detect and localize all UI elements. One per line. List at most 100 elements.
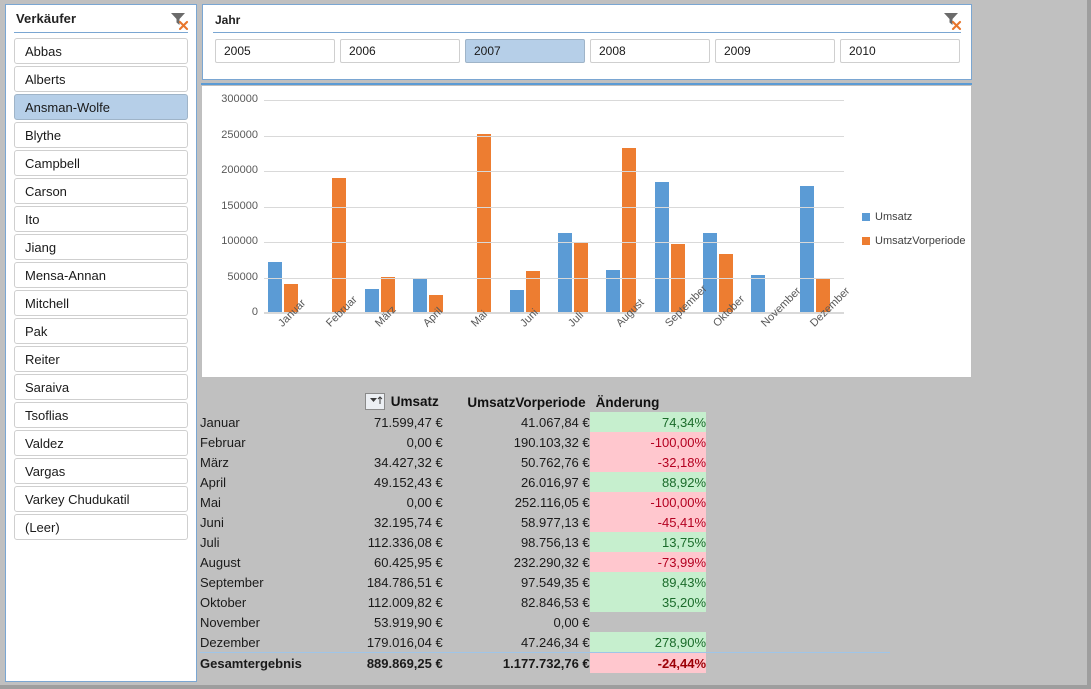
pivot-cell-vorperiode: 232.290,32 €: [513, 554, 590, 570]
excel-dashboard-window: Verkäufer Abbas Alberts Ansman-Wolfe Blythe…: [0, 0, 1091, 689]
seller-slicer-item-label: Ansman-Wolfe: [25, 99, 111, 115]
seller-slicer-item[interactable]: Tsoflias: [14, 402, 188, 428]
clear-filter-funnel-icon[interactable]: [168, 10, 190, 31]
table-row: Januar 71.599,47 € 41.067,84 €74,34%: [200, 412, 890, 432]
pivot-cell-vorperiode: 58.977,13 €: [520, 514, 590, 530]
seller-slicer-item[interactable]: Pak: [14, 318, 188, 344]
chart-bar: [332, 178, 347, 313]
year-slicer-item-label: 2010: [849, 44, 876, 58]
chart-legend-swatch: [862, 237, 870, 245]
seller-slicer-item[interactable]: Ansman-Wolfe: [14, 94, 188, 120]
seller-slicer-item[interactable]: Abbas: [14, 38, 188, 64]
pivot-total-row: Gesamtergebnis 889.869,25 €1.177.732,76 €…: [200, 652, 890, 673]
pivot-cell-spacer: [706, 572, 890, 592]
chart-y-tick-label: 300000: [221, 93, 258, 105]
table-row: Juli 112.336,08 € 98.756,13 €13,75%: [200, 532, 890, 552]
seller-slicer-item-label: Mensa-Annan: [25, 267, 106, 283]
seller-slicer-item-label: Valdez: [25, 435, 64, 451]
pivot-cell-umsatz: 184.786,51 €: [366, 574, 443, 590]
chart-y-tick-label: 150000: [221, 199, 258, 212]
year-slicer-item[interactable]: 2010: [840, 39, 960, 63]
chart-gridline: [264, 135, 844, 137]
year-slicer-item[interactable]: 2008: [590, 39, 710, 63]
seller-slicer-item-label: Vargas: [25, 463, 66, 479]
seller-slicer-item-label: Alberts: [25, 71, 66, 87]
seller-slicer-list: Abbas Alberts Ansman-Wolfe Blythe Campbell Ca…: [14, 38, 188, 542]
pivot-cell-aenderung: 88,92%: [589, 472, 707, 492]
pivot-cell-umsatz: 112.009,82 €: [367, 594, 443, 610]
chart-bar: [509, 290, 524, 313]
seller-slicer-item[interactable]: Saraiva: [14, 374, 188, 400]
pivot-cell-month: Dezember: [200, 634, 260, 650]
seller-slicer-item-label: (Leer): [25, 519, 60, 535]
year-slicer-item[interactable]: 2005: [215, 39, 335, 63]
pivot-header-umsatz: Umsatz: [308, 392, 442, 412]
table-row: November 53.919,90 € 0,00 €: [200, 612, 890, 632]
pivot-cell-vorperiode: 0,00 €: [553, 614, 590, 630]
pivot-cell-month: Gesamtergebnis: [200, 652, 309, 673]
pivot-cell-umsatz: 112.336,08 €: [367, 534, 443, 550]
year-slicer-item[interactable]: 2007: [465, 39, 585, 63]
pivot-cell-umsatz: 60.425,95 €: [374, 554, 443, 570]
pivot-cell-month: März: [200, 454, 229, 470]
pivot-cell-month: Februar: [200, 434, 246, 450]
table-row: Juni 32.195,74 € 58.977,13 € -45,41%: [200, 512, 890, 532]
year-slicer-item-label: 2006: [349, 44, 376, 58]
seller-slicer-item-label: Carson: [25, 183, 67, 199]
seller-slicer-item[interactable]: (Leer): [14, 514, 188, 540]
seller-slicer-item[interactable]: Vargas: [14, 458, 188, 484]
pivot-cell-spacer: [706, 652, 890, 673]
pivot-cell-vorperiode: 98.756,13 €: [520, 534, 590, 550]
pivot-cell-aenderung: -100,00%: [589, 492, 707, 512]
year-slicer-item-label: 2009: [724, 44, 751, 58]
pivot-cell-spacer: [706, 512, 890, 532]
pivot-cell-vorperiode: 50.762,76 €: [520, 454, 590, 470]
seller-slicer-divider: [14, 32, 188, 33]
seller-slicer-item[interactable]: Alberts: [14, 66, 188, 92]
pivot-header-row-label: [200, 392, 308, 412]
table-row: Oktober 112.009,82 € 82.846,53 €35,20%: [200, 592, 890, 612]
chart-legend-item: Umsatz: [862, 211, 966, 223]
year-slicer-item-label: 2005: [224, 44, 251, 58]
sales-bar-chart[interactable]: 0 50000 100000 150000 200000 250000 300000 Jan…: [201, 85, 972, 446]
seller-slicer-item[interactable]: Varkey Chudukatil: [14, 486, 188, 512]
table-row: April 49.152,43 € 26.016,97 €88,92%: [200, 472, 890, 492]
chart-bar: [703, 233, 717, 313]
pivot-cell-umsatz: 71.599,47 €: [374, 414, 443, 430]
pivot-cell-aenderung: 35,20%: [589, 592, 707, 612]
seller-slicer-item-label: Reiter: [25, 351, 60, 367]
chart-bar: [751, 274, 766, 313]
seller-slicer-item[interactable]: Jiang: [14, 234, 188, 260]
seller-slicer-item-label: Saraiva: [25, 379, 70, 395]
seller-slicer-item[interactable]: Reiter: [14, 346, 188, 372]
pivot-cell-umsatz: 32.195,74 €: [374, 514, 443, 530]
pivot-cell-vorperiode: 252.116,05 €: [514, 494, 590, 510]
chart-bar: [413, 278, 427, 313]
seller-slicer-item[interactable]: Mensa-Annan: [14, 262, 188, 288]
chart-gridline: [264, 313, 844, 314]
year-slicer-item[interactable]: 2009: [715, 39, 835, 63]
year-slicer-item[interactable]: 2006: [340, 39, 460, 63]
pivot-cell-umsatz: 179.016,04 €: [366, 634, 443, 650]
seller-slicer-item[interactable]: Ito: [14, 206, 188, 232]
pivot-header-umsatz-label: Umsatz: [390, 393, 439, 409]
clear-filter-funnel-icon[interactable]: [941, 10, 963, 31]
pivot-cell-vorperiode: 26.016,97 €: [520, 474, 590, 490]
pivot-cell-umsatz: 34.427,32 €: [374, 454, 443, 470]
year-slicer-divider: [213, 32, 961, 33]
seller-slicer-item[interactable]: Mitchell: [14, 290, 188, 316]
pivot-cell-aenderung: -32,18%: [589, 452, 707, 472]
chart-y-tick-label: 200000: [221, 164, 258, 176]
pivot-table: Umsatz UmsatzVorperiode Änderung Januar 7…: [200, 392, 890, 673]
chart-legend-swatch: [862, 213, 870, 221]
seller-slicer-item[interactable]: Valdez: [14, 430, 188, 456]
pivot-cell-spacer: [706, 612, 890, 632]
seller-slicer-item[interactable]: Blythe: [14, 122, 188, 148]
seller-slicer-item[interactable]: Carson: [14, 178, 188, 204]
seller-slicer-item[interactable]: Campbell: [14, 150, 188, 176]
seller-slicer-item-label: Tsoflias: [25, 407, 69, 423]
sort-filter-dropdown-icon[interactable]: [364, 392, 385, 410]
seller-slicer-item-label: Mitchell: [25, 295, 70, 311]
seller-slicer-item-label: Ito: [25, 211, 40, 227]
seller-slicer-panel: Verkäufer Abbas Alberts Ansman-Wolfe Blythe…: [5, 4, 197, 682]
